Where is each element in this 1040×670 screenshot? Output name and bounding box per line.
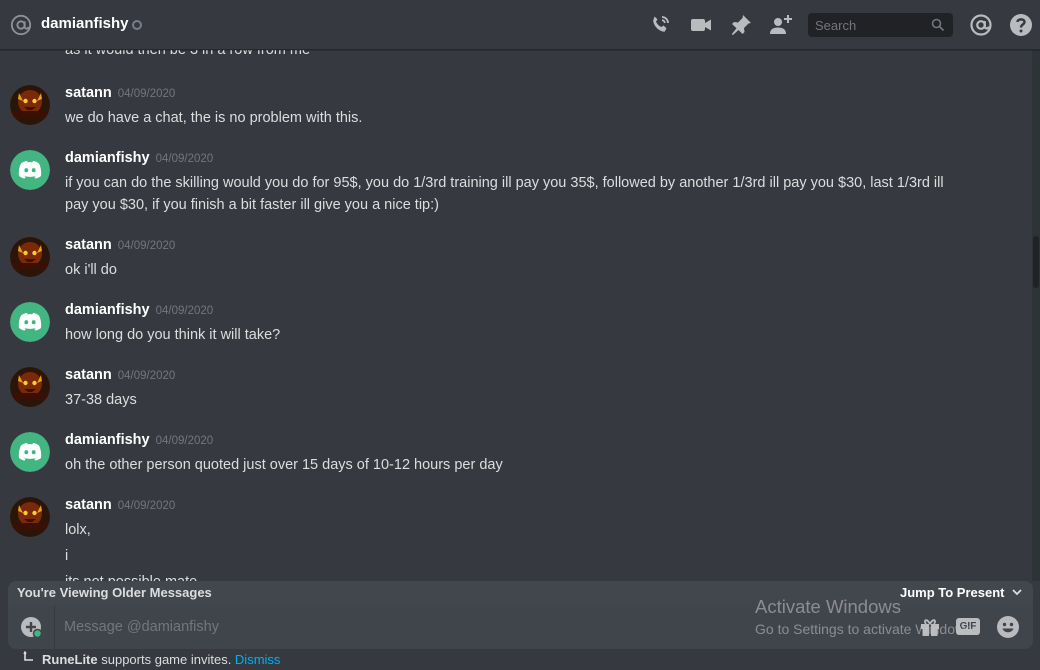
message-author-header: satann 04/09/2020 [65,497,175,513]
message-text: pay you $30, if you finish a bit faster … [65,197,439,213]
discord-default-avatar[interactable] [10,432,50,472]
message-timestamp: 04/09/2020 [117,88,176,100]
message-text: ok i'll do [65,262,117,278]
message-text: oh the other person quoted just over 15 … [65,457,503,473]
runelite-label: RuneLite [42,652,98,667]
search-box[interactable] [808,13,953,37]
message-text: we do have a chat, the is no problem wit… [65,110,363,126]
message-content: oh the other person quoted just over 15 … [65,454,995,476]
message-text: how long do you think it will take? [65,327,281,343]
satann-avatar[interactable] [10,85,50,125]
dm-title: damianfishy [41,15,129,32]
pinned-messages-icon[interactable] [729,13,753,37]
notice-text: supports game invites. [97,652,235,667]
message-content: 37-38 days [65,389,995,411]
message-content: we do have a chat, the is no problem wit… [65,107,995,129]
scrollbar-thumb[interactable] [1033,236,1039,288]
emoji-icon[interactable] [996,615,1020,639]
author-name[interactable]: damianfishy [65,150,150,166]
discord-default-avatar[interactable] [10,150,50,190]
add-friend-to-dm-icon[interactable] [769,13,793,37]
message-content: lolx, i its not possible mate [65,519,995,581]
message-content: ok i'll do [65,259,995,281]
jump-to-present-button[interactable]: Jump To Present [900,585,1005,600]
author-name[interactable]: damianfishy [65,432,150,448]
message-text: i [65,548,69,564]
message-text: 37-38 days [65,392,137,408]
game-invite-notice: RuneLite supports game invites. Dismiss [23,651,281,667]
older-messages-label: You're Viewing Older Messages [17,585,212,600]
offline-status-icon [132,20,142,30]
message-list: as it would then be 3 in a row from me s… [0,0,1040,581]
message-author-header: damianfishy 04/09/2020 [65,302,213,318]
message-timestamp: 04/09/2020 [117,240,176,252]
message-author-header: satann 04/09/2020 [65,367,175,383]
message-content: how long do you think it will take? [65,324,995,346]
author-name[interactable]: satann [65,367,112,383]
gift-icon[interactable] [919,616,941,638]
message-text: if you can do the skilling would you do … [65,175,944,191]
composer-divider [54,605,55,649]
channel-header: damianfishy [0,0,1040,50]
satann-avatar[interactable] [10,237,50,277]
video-call-icon[interactable] [689,13,713,37]
satann-avatar[interactable] [10,367,50,407]
mentions-icon[interactable] [969,13,993,37]
chevron-down-icon[interactable] [1011,586,1023,598]
gif-button[interactable]: GIF [956,618,980,635]
message-author-header: damianfishy 04/09/2020 [65,432,213,448]
message-timestamp: 04/09/2020 [155,435,214,447]
at-sign-icon [10,14,32,36]
message-input[interactable] [64,615,744,639]
help-icon[interactable] [1009,13,1033,37]
message-timestamp: 04/09/2020 [117,370,176,382]
message-content: if you can do the skilling would you do … [65,172,995,216]
message-text: its not possible mate [65,571,995,581]
message-author-header: satann 04/09/2020 [65,85,175,101]
upload-plus-icon[interactable] [20,616,42,638]
search-input[interactable] [808,13,928,37]
message-timestamp: 04/09/2020 [155,153,214,165]
author-name[interactable]: satann [65,85,112,101]
older-messages-bar: You're Viewing Older Messages Jump To Pr… [8,581,1033,605]
message-text: lolx, [65,522,91,538]
scrollbar-track[interactable] [1032,50,1040,581]
message-author-header: damianfishy 04/09/2020 [65,150,213,166]
satann-avatar[interactable] [10,497,50,537]
author-name[interactable]: damianfishy [65,302,150,318]
message-timestamp: 04/09/2020 [117,500,176,512]
search-icon [931,18,945,32]
corner-arrow-icon [23,651,33,661]
author-name[interactable]: satann [65,497,112,513]
discord-default-avatar[interactable] [10,302,50,342]
voice-call-icon[interactable] [648,13,672,37]
message-author-header: satann 04/09/2020 [65,237,175,253]
author-name[interactable]: satann [65,237,112,253]
message-composer: GIF [8,605,1033,649]
dismiss-link[interactable]: Dismiss [235,652,281,667]
message-timestamp: 04/09/2020 [155,305,214,317]
